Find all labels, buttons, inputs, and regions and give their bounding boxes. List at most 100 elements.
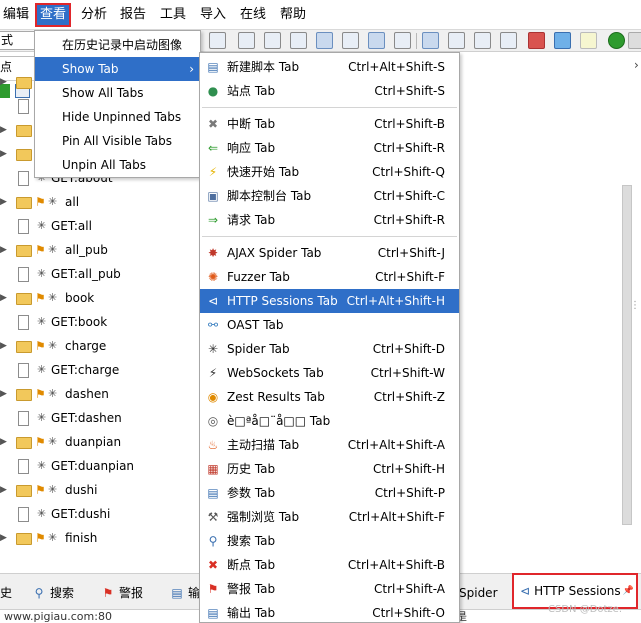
submenu-item[interactable]: ▦ 历史 Tab Ctrl+Shift-H xyxy=(200,457,459,481)
submenu-item[interactable]: ⊲ HTTP Sessions Tab Ctrl+Alt+Shift-H xyxy=(200,289,459,313)
submenu-item[interactable]: ✖ 断点 Tab Ctrl+Alt+Shift-B xyxy=(200,553,459,577)
toolbar-button-b-icon[interactable] xyxy=(264,32,281,49)
history-calendar-icon: ▦ xyxy=(207,462,219,476)
menu-edit[interactable]: 编辑 xyxy=(0,5,32,25)
submenu-item[interactable]: ▤ 新建脚本 Tab Ctrl+Alt+Shift-S xyxy=(200,55,459,79)
submenu-item[interactable]: ♨ 主动扫描 Tab Ctrl+Alt+Shift-A xyxy=(200,433,459,457)
tree-request-row[interactable]: ✳ GET:duanpian xyxy=(0,456,200,478)
tab-output[interactable]: ▤ 输 xyxy=(170,583,200,603)
tab-alerts[interactable]: ⚑ 警报 xyxy=(101,583,143,603)
cube-icon[interactable] xyxy=(528,32,545,49)
submenu-item[interactable]: ▤ 参数 Tab Ctrl+Shift-P xyxy=(200,481,459,505)
tree-folder-row[interactable]: ▶ ⚑ ✳ book xyxy=(0,288,200,310)
menu-item-show-all-tabs[interactable]: Show All Tabs xyxy=(35,81,200,105)
layout-e-icon[interactable] xyxy=(448,32,465,49)
document-icon xyxy=(18,411,29,426)
expand-arrow-icon[interactable]: ▶ xyxy=(0,533,7,543)
submenu-item[interactable]: ◎ è□ªå□¨å□□ Tab xyxy=(200,409,459,433)
menu-tools[interactable]: 工具 xyxy=(157,5,189,25)
menu-view[interactable]: 查看 xyxy=(34,3,72,27)
expand-arrow-icon[interactable]: ▶ xyxy=(0,485,7,495)
menu-item-label: Pin All Visible Tabs xyxy=(62,134,172,148)
submenu-item[interactable]: ✺ Fuzzer Tab Ctrl+Shift-F xyxy=(200,265,459,289)
expand-arrow-icon[interactable]: ▶ xyxy=(0,245,7,255)
menu-help[interactable]: 帮助 xyxy=(277,5,309,25)
menu-item-unpin-all-tabs[interactable]: Unpin All Tabs xyxy=(35,153,200,177)
submenu-item[interactable]: ⇒ 请求 Tab Ctrl+Shift-R xyxy=(200,208,459,232)
submenu-item[interactable]: ▣ 脚本控制台 Tab Ctrl+Shift-C xyxy=(200,184,459,208)
layout-g-icon[interactable] xyxy=(500,32,517,49)
menu-item-pin-all-visible-tabs[interactable]: Pin All Visible Tabs xyxy=(35,129,200,153)
submenu-item[interactable]: ▤ 输出 Tab Ctrl+Shift-O xyxy=(200,601,459,623)
submenu-item[interactable]: ⚡ 快速开始 Tab Ctrl+Shift-Q xyxy=(200,160,459,184)
menu-item-show-tab[interactable]: Show Tab › xyxy=(35,57,200,81)
expand-arrow-icon[interactable]: ▶ xyxy=(0,77,7,87)
tree-folder-row[interactable]: ▶ ⚑ ✳ duanpian xyxy=(0,432,200,454)
tab-history[interactable]: 史 xyxy=(0,583,12,603)
folder-icon xyxy=(16,245,32,257)
submenu-item[interactable]: ✸ AJAX Spider Tab Ctrl+Shift-J xyxy=(200,241,459,265)
tree-request-row[interactable]: ✳ GET:charge xyxy=(0,360,200,382)
menu-analyze[interactable]: 分析 xyxy=(78,5,110,25)
tree-request-row[interactable]: ✳ GET:all_pub xyxy=(0,264,200,286)
menu-import[interactable]: 导入 xyxy=(197,5,229,25)
gear-icon[interactable] xyxy=(209,32,226,49)
expand-arrow-icon[interactable]: ▶ xyxy=(0,197,7,207)
submenu-item[interactable]: ◉ Zest Results Tab Ctrl+Shift-Z xyxy=(200,385,459,409)
menu-item-start-image-in-history[interactable]: 在历史记录中启动图像 xyxy=(35,33,200,57)
submenu-item[interactable]: ● 站点 Tab Ctrl+Shift-S xyxy=(200,79,459,103)
bulb-icon[interactable] xyxy=(580,32,597,49)
expand-arrow-icon[interactable]: ▶ xyxy=(0,125,7,135)
expand-arrow-icon[interactable]: ▶ xyxy=(0,341,7,351)
submenu-item[interactable]: ⚒ 强制浏览 Tab Ctrl+Alt+Shift-F xyxy=(200,505,459,529)
tree-folder-row[interactable]: ▶ ⚑ ✳ all_pub xyxy=(0,240,200,262)
tree-request-row[interactable]: ✳ GET:book xyxy=(0,312,200,334)
more-icon[interactable] xyxy=(628,32,641,49)
chevron-right-icon[interactable]: › xyxy=(634,58,639,72)
tree-folder-row[interactable]: ▶ ⚑ ✳ dushi xyxy=(0,480,200,502)
document-icon xyxy=(18,459,29,474)
tree-folder-row[interactable]: ▶ ⚑ ✳ finish xyxy=(0,528,200,550)
submenu-item-shortcut: Ctrl+Alt+Shift-F xyxy=(348,510,445,524)
menu-separator xyxy=(202,107,457,108)
layout-d-icon[interactable] xyxy=(422,32,439,49)
tree-request-row[interactable]: ✳ GET:dushi xyxy=(0,504,200,526)
pin-icon[interactable]: 📌 xyxy=(623,575,634,607)
mode-select[interactable]: 式 xyxy=(0,31,36,50)
expand-arrow-icon[interactable]: ▶ xyxy=(0,149,7,159)
tree-folder-row[interactable]: ▶ ⚑ ✳ dashen xyxy=(0,384,200,406)
menu-online[interactable]: 在线 xyxy=(237,5,269,25)
tree-request-row[interactable]: ✳ GET:dashen xyxy=(0,408,200,430)
submenu-item[interactable]: ⇐ 响应 Tab Ctrl+Shift-R xyxy=(200,136,459,160)
layout-c-icon[interactable] xyxy=(394,32,411,49)
grip-icon[interactable]: ⋮ xyxy=(630,300,640,311)
toolbar-button-d-icon[interactable] xyxy=(316,32,333,49)
toolbar-button-c-icon[interactable] xyxy=(290,32,307,49)
layout-f-icon[interactable] xyxy=(474,32,491,49)
layout-b-icon[interactable] xyxy=(368,32,385,49)
layout-a-icon[interactable] xyxy=(342,32,359,49)
submenu-item[interactable]: ⚲ 搜索 Tab xyxy=(200,529,459,553)
refresh-icon[interactable] xyxy=(554,32,571,49)
toolbar-button-a-icon[interactable] xyxy=(238,32,255,49)
tree-request-row[interactable]: ✳ GET:all xyxy=(0,216,200,238)
menu-item-hide-unpinned-tabs[interactable]: Hide Unpinned Tabs xyxy=(35,105,200,129)
submenu-item[interactable]: ✖ 中断 Tab Ctrl+Shift-B xyxy=(200,112,459,136)
tab-spider[interactable]: Spider xyxy=(459,583,498,603)
menu-report[interactable]: 报告 xyxy=(117,5,149,25)
tab-search[interactable]: ⚲ 搜索 xyxy=(32,583,74,603)
expand-arrow-icon[interactable]: ▶ xyxy=(0,437,7,447)
tree-folder-row[interactable]: ▶ ⚑ ✳ charge xyxy=(0,336,200,358)
status-green-icon[interactable] xyxy=(608,32,625,49)
submenu-item-label: 输出 Tab xyxy=(227,606,276,620)
spider-icon: ✳ xyxy=(48,435,58,448)
expand-arrow-icon[interactable]: ▶ xyxy=(0,293,7,303)
scrollbar[interactable] xyxy=(622,185,632,525)
submenu-item[interactable]: ⚯ OAST Tab xyxy=(200,313,459,337)
submenu-item[interactable]: ⚡ WebSockets Tab Ctrl+Shift-W xyxy=(200,361,459,385)
submenu-item[interactable]: ✳ Spider Tab Ctrl+Shift-D xyxy=(200,337,459,361)
tree-folder-row[interactable]: ▶ ⚑ ✳ all xyxy=(0,192,200,214)
submenu-item[interactable]: ⚑ 警报 Tab Ctrl+Shift-A xyxy=(200,577,459,601)
search-icon: ⚲ xyxy=(208,534,218,548)
expand-arrow-icon[interactable]: ▶ xyxy=(0,389,7,399)
